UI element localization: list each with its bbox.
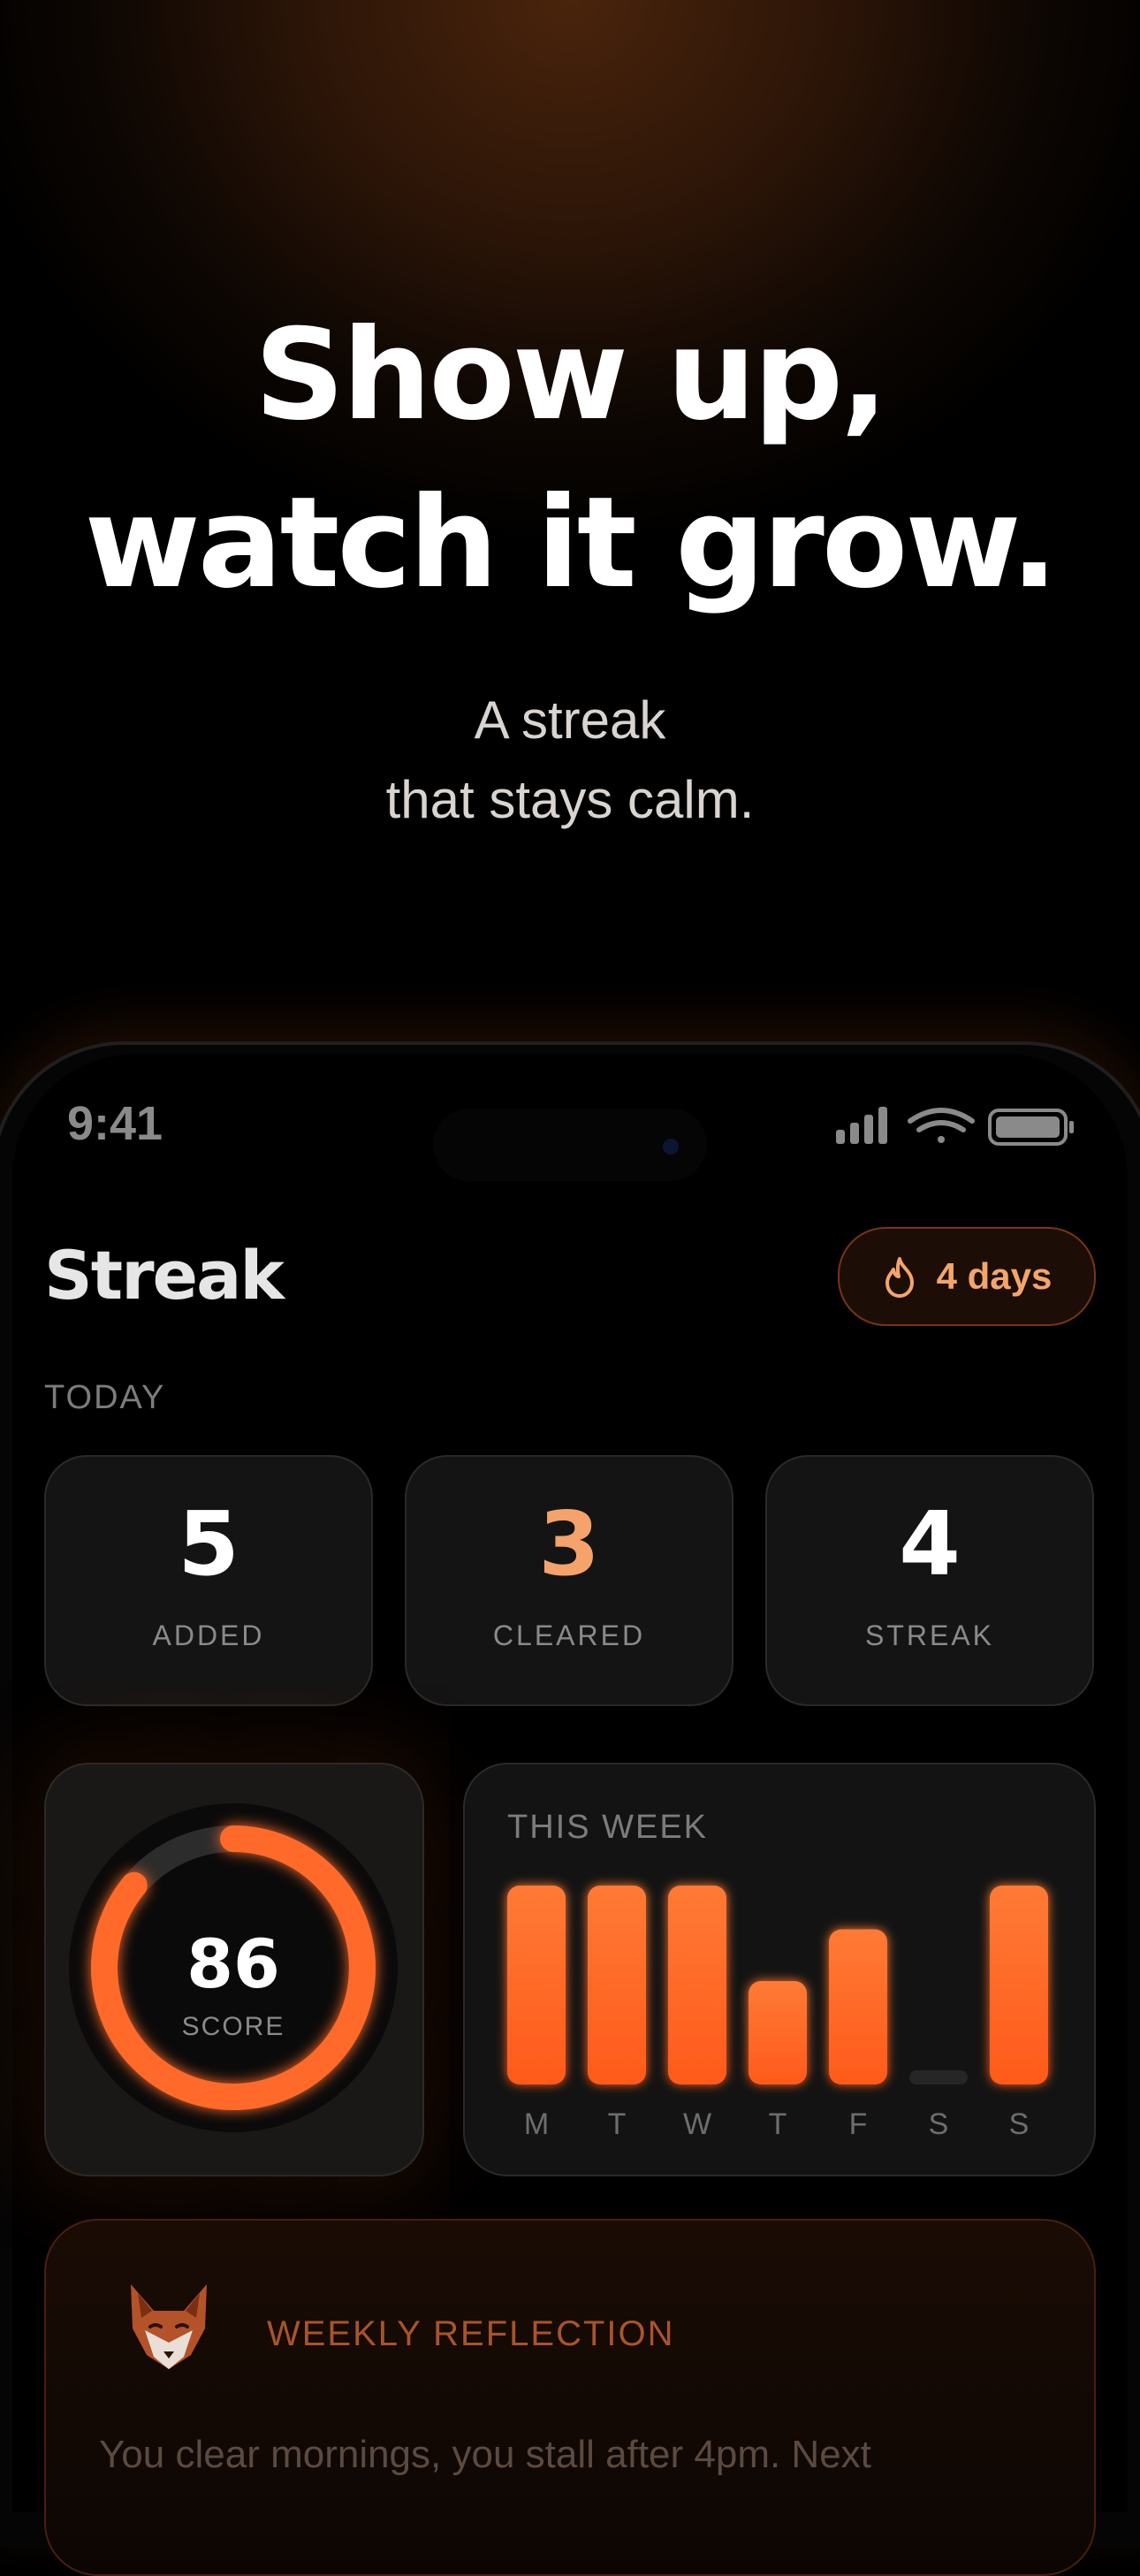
hero-headline: Show up, watch it grow. xyxy=(0,292,1140,628)
subtitle-line-2: that stays calm. xyxy=(385,770,755,829)
flame-icon xyxy=(885,1257,914,1298)
status-time: 9:41 xyxy=(67,1097,163,1150)
score-value: 86 xyxy=(186,1924,280,2003)
hero-subtitle: A streak that stays calm. xyxy=(0,681,1140,840)
streak-badge-label: 4 days xyxy=(936,1255,1053,1297)
page-title: Streak xyxy=(44,1236,285,1315)
subtitle-line-1: A streak xyxy=(474,690,666,750)
headline-line-2: watch it grow. xyxy=(84,470,1059,616)
week-bar xyxy=(507,1886,566,2084)
stat-card-streak[interactable]: 4 STREAK xyxy=(765,1455,1094,1706)
week-bar xyxy=(749,1981,807,2084)
week-day-label: S xyxy=(1009,2107,1030,2141)
week-bar xyxy=(668,1886,726,2084)
week-day-label: F xyxy=(849,2107,868,2141)
wifi-icon xyxy=(908,1108,975,1143)
week-bar xyxy=(909,2070,968,2084)
week-bar xyxy=(990,1886,1048,2084)
fox-icon xyxy=(131,2284,207,2369)
score-ring: 86 SCORE xyxy=(69,1803,398,2132)
headline-line-1: Show up, xyxy=(254,302,888,448)
stat-label: ADDED xyxy=(152,1620,265,1651)
section-today: TODAY xyxy=(44,1379,166,1416)
stat-value: 5 xyxy=(178,1492,239,1596)
camera-dot xyxy=(663,1139,679,1155)
stat-label: STREAK xyxy=(864,1620,995,1651)
stat-value: 3 xyxy=(538,1492,600,1596)
week-day-label: T xyxy=(608,2107,627,2141)
week-day-label: M xyxy=(524,2107,549,2141)
week-day-label: W xyxy=(683,2107,711,2141)
streak-badge[interactable]: 4 days xyxy=(838,1227,1096,1326)
score-label: SCORE xyxy=(182,2012,285,2041)
stat-card-added[interactable]: 5 ADDED xyxy=(44,1455,373,1706)
status-icons xyxy=(836,1107,1074,1146)
battery-icon xyxy=(988,1109,1074,1146)
reflection-text: You clear mornings, you stall after 4pm.… xyxy=(99,2433,871,2476)
week-bar xyxy=(829,1929,887,2084)
stat-value: 4 xyxy=(899,1492,961,1596)
stat-label: CLEARED xyxy=(492,1620,646,1651)
signal-icon xyxy=(836,1107,887,1144)
week-day-label: S xyxy=(929,2107,949,2141)
stat-card-cleared[interactable]: 3 CLEARED xyxy=(405,1455,733,1706)
week-day-label: T xyxy=(769,2107,787,2141)
reflection-card[interactable] xyxy=(44,2219,1096,2576)
week-title: THIS WEEK xyxy=(507,1809,709,1846)
week-bar-chart: MTWTFSS xyxy=(507,1886,1048,2141)
week-bar xyxy=(588,1886,646,2084)
reflection-title: WEEKLY REFLECTION xyxy=(267,2314,675,2353)
